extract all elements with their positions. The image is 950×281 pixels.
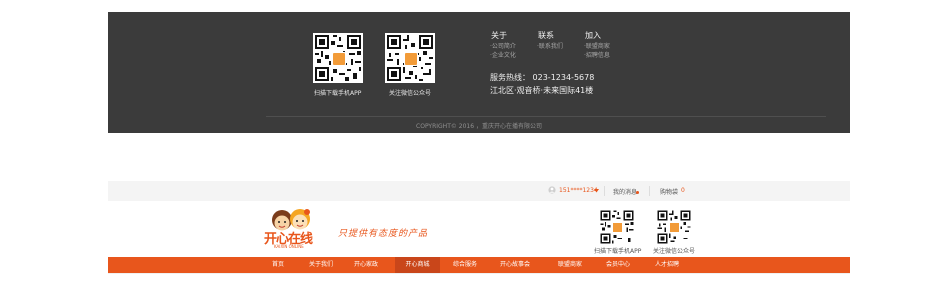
nav-item-mall[interactable]: 开心商城 xyxy=(395,257,440,273)
nav-item-story[interactable]: 开心故事会 xyxy=(493,257,537,273)
shopping-bag-link[interactable]: 购物袋 xyxy=(660,187,678,196)
cart-count: 0 xyxy=(681,187,685,194)
chevron-down-icon[interactable] xyxy=(594,188,599,195)
user-phone[interactable]: 151****1234 xyxy=(559,187,598,194)
header-qr-app xyxy=(599,209,635,245)
top-user-bar: 151****1234 我的消息 购物袋 0 xyxy=(108,181,850,201)
service-hotline: 服务热线： 023-1234-5678 xyxy=(490,73,595,82)
qr-center-logo-icon xyxy=(669,222,680,233)
footer-panel: 扫描下载手机APP 关注微信公众号 关于 ·公司简介 ·企业文化 联系 ·联系我… xyxy=(108,12,850,133)
nav-item-services[interactable]: 综合服务 xyxy=(445,257,485,273)
logo-subtext: KAIXIN ONLINE xyxy=(274,244,304,249)
about-column-title: 关于 xyxy=(491,31,507,40)
site-logo[interactable]: 开心在线 KAIXIN ONLINE xyxy=(262,206,324,250)
qr-center-logo-icon xyxy=(404,52,418,66)
copyright-text: COPYRIGHT© 2016 ，重庆开心在播有限公司 xyxy=(416,123,542,130)
topbar-divider xyxy=(604,186,605,196)
qr-code-wechat xyxy=(385,33,435,83)
header-qr-app-caption: 扫描下载手机APP xyxy=(594,248,642,255)
nav-item-member[interactable]: 会员中心 xyxy=(598,257,638,273)
header-qr-wechat xyxy=(656,209,692,245)
link-recruitment[interactable]: ·招聘信息 xyxy=(584,51,610,60)
qr-center-logo-icon xyxy=(332,52,346,66)
message-dot-icon xyxy=(636,189,639,196)
nav-item-merchants[interactable]: 联盟商家 xyxy=(550,257,590,273)
contact-column-title: 联系 xyxy=(538,31,554,40)
nav-bottom-line xyxy=(108,273,850,274)
my-messages-link[interactable]: 我的消息 xyxy=(613,187,637,196)
link-alliance-merchants[interactable]: ·联盟商家 xyxy=(584,42,610,51)
link-company-intro[interactable]: ·公司简介 xyxy=(490,42,516,51)
nav-item-home[interactable]: 首页 xyxy=(261,257,295,273)
join-column-title: 加入 xyxy=(585,31,601,40)
nav-item-housekeeping[interactable]: 开心家政 xyxy=(346,257,386,273)
link-corporate-culture[interactable]: ·企业文化 xyxy=(490,51,516,60)
nav-item-recruitment[interactable]: 人才招聘 xyxy=(647,257,687,273)
nav-item-about[interactable]: 关于我们 xyxy=(301,257,341,273)
qr-wechat-caption: 关注微信公众号 xyxy=(389,90,432,97)
footer-divider xyxy=(266,116,826,117)
qr-code-app xyxy=(313,33,363,83)
link-contact-us[interactable]: ·联系我们 xyxy=(537,42,563,51)
company-address: 江北区·观音桥·未来国际41楼 xyxy=(490,86,594,95)
topbar-divider xyxy=(649,186,650,196)
qr-app-caption: 扫描下载手机APP xyxy=(314,90,362,97)
header-qr-wechat-caption: 关注微信公众号 xyxy=(653,248,696,255)
user-avatar-icon[interactable] xyxy=(548,186,556,196)
main-nav: 首页 关于我们 开心家政 开心商城 综合服务 开心故事会 联盟商家 会员中心 人… xyxy=(108,257,850,273)
qr-center-logo-icon xyxy=(612,222,623,233)
slogan: 只提供有态度的产品 xyxy=(338,229,429,239)
